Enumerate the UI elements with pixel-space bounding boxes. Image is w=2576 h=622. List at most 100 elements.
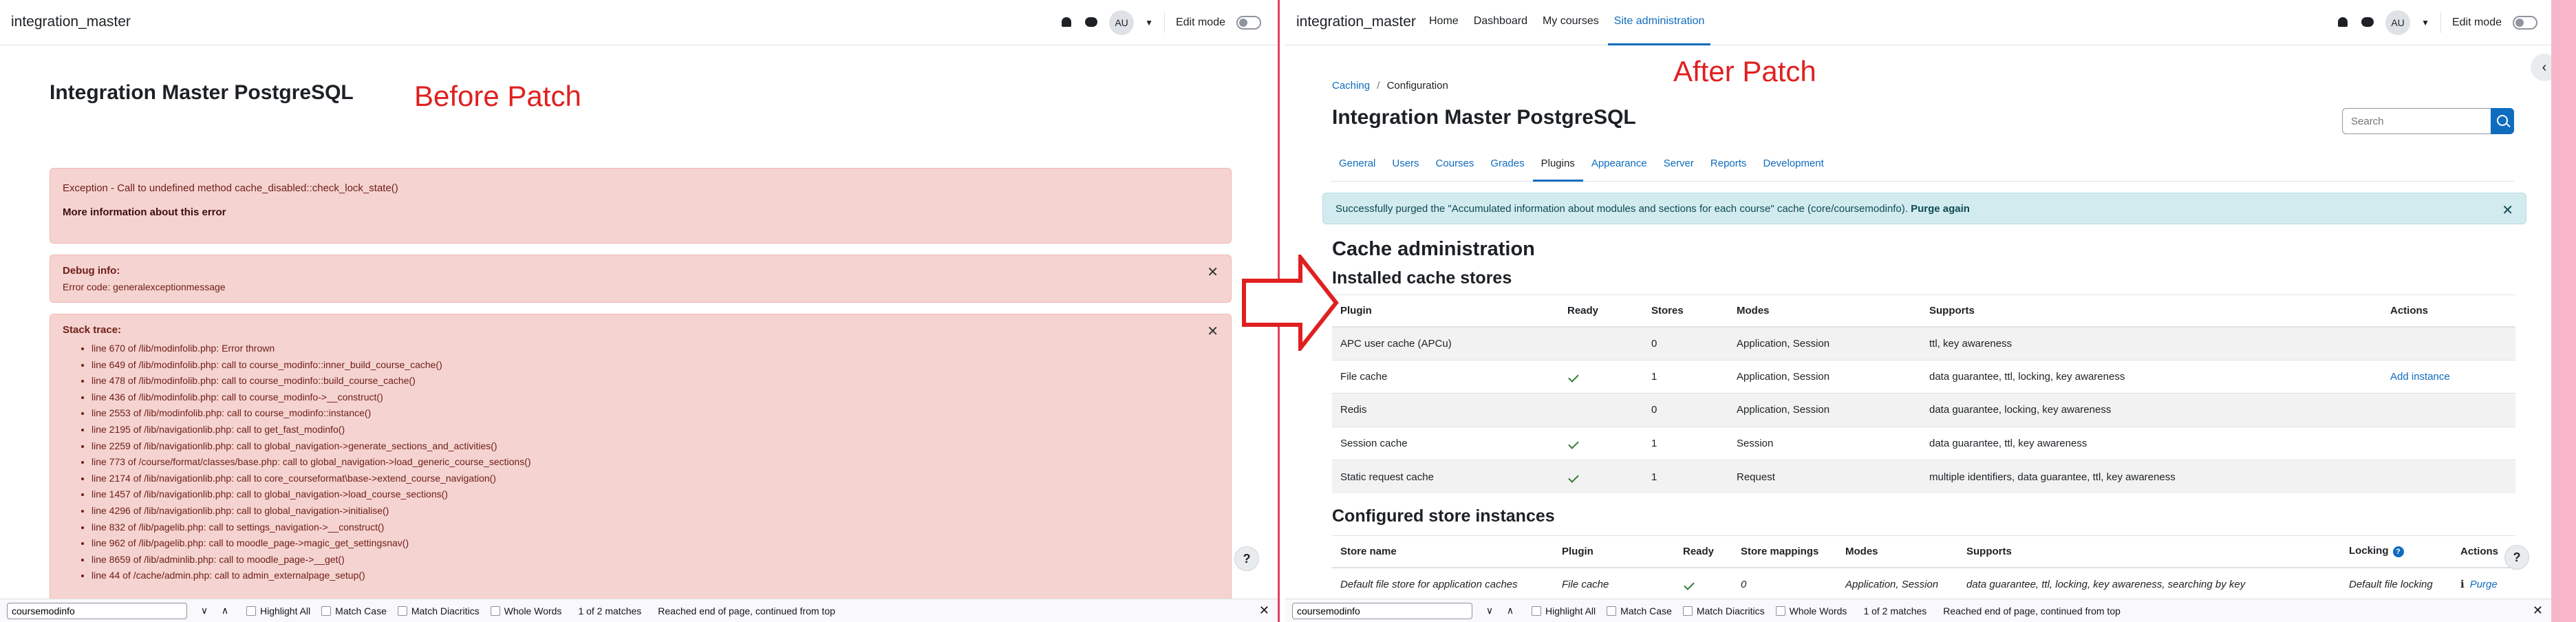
tab-general[interactable]: General <box>1331 146 1384 182</box>
trace-title: Stack trace: <box>63 324 122 336</box>
debug-code: Error code: generalexceptionmessage <box>63 281 226 292</box>
supports-cell: ttl, key awareness <box>1921 326 2382 360</box>
close-icon[interactable]: ✕ <box>1259 603 1269 618</box>
ready-cell <box>1559 326 1643 360</box>
purge-again-link[interactable]: Purge again <box>1911 203 1970 215</box>
whole-words-checkbox[interactable]: Whole Words <box>490 605 561 616</box>
tab-server[interactable]: Server <box>1655 146 1702 182</box>
help-button[interactable]: ? <box>2504 545 2529 570</box>
tab-appearance[interactable]: Appearance <box>1583 146 1655 182</box>
bell-icon[interactable] <box>1060 16 1073 30</box>
nav-site-administration[interactable]: Site administration <box>1607 0 1711 45</box>
tab-users[interactable]: Users <box>1384 146 1427 182</box>
messages-icon[interactable] <box>2361 16 2374 30</box>
trace-line: line 2259 of /lib/navigationlib.php: cal… <box>92 438 531 455</box>
match-case-checkbox[interactable]: Match Case <box>321 605 387 616</box>
trace-line: line 2174 of /lib/navigationlib.php: cal… <box>92 471 531 487</box>
ready-cell <box>1559 359 1643 394</box>
page-title: Integration Master PostgreSQL <box>1332 106 1636 129</box>
tab-plugins[interactable]: Plugins <box>1532 146 1583 182</box>
before-patch-label: Before Patch <box>414 80 581 112</box>
add-instance-link[interactable]: Add instance <box>2390 371 2450 383</box>
col-ready: Ready <box>1675 535 1732 568</box>
table-row: Redis 0 Application, Session data guaran… <box>1332 393 2515 427</box>
close-icon[interactable]: ✕ <box>2533 603 2543 618</box>
trace-line: line 44 of /cache/admin.php: call to adm… <box>92 568 531 584</box>
modes-cell: Application, Session <box>1837 567 1958 601</box>
ready-cell <box>1559 426 1643 460</box>
trace-list: line 670 of /lib/modinfolib.php: Error t… <box>78 341 531 584</box>
col-supports: Supports <box>1921 294 2382 328</box>
match-diacritics-checkbox[interactable]: Match Diacritics <box>397 605 480 616</box>
chevron-down-icon[interactable]: ∨ <box>194 605 215 616</box>
chevron-up-icon[interactable]: ∧ <box>1500 605 1521 616</box>
col-store-name: Store name <box>1332 535 1554 568</box>
ready-cell <box>1559 393 1643 427</box>
chevron-up-icon[interactable]: ∧ <box>215 605 235 616</box>
search-icon[interactable] <box>2491 108 2514 134</box>
search-input[interactable] <box>2342 108 2492 134</box>
edit-mode-toggle[interactable] <box>1236 16 1261 30</box>
find-input[interactable] <box>1292 602 1472 619</box>
divider <box>2440 12 2441 33</box>
whole-words-checkbox[interactable]: Whole Words <box>1775 605 1847 616</box>
check-icon <box>1568 438 1579 449</box>
tab-development[interactable]: Development <box>1754 146 1832 182</box>
chevron-down-icon[interactable]: ▼ <box>1145 18 1153 28</box>
trace-line: line 773 of /course/format/classes/base.… <box>92 454 531 471</box>
highlight-all-checkbox[interactable]: Highlight All <box>246 605 310 616</box>
site-brand[interactable]: integration_master <box>1296 14 1416 30</box>
match-diacritics-checkbox[interactable]: Match Diacritics <box>1682 605 1765 616</box>
navbar-right: AU ▼ Edit mode <box>2336 0 2537 45</box>
tab-grades[interactable]: Grades <box>1482 146 1532 182</box>
table-row: Default file store for application cache… <box>1332 567 2515 601</box>
messages-icon[interactable] <box>1084 16 1098 30</box>
tab-courses[interactable]: Courses <box>1428 146 1483 182</box>
chevron-down-icon[interactable]: ∨ <box>1479 605 1500 616</box>
help-icon[interactable]: ? <box>2392 546 2404 558</box>
purge-link[interactable]: Purge <box>2470 579 2498 590</box>
tab-reports[interactable]: Reports <box>1702 146 1755 182</box>
close-icon[interactable]: ✕ <box>1207 264 1219 281</box>
breadcrumb: Caching / Configuration <box>1332 80 1448 92</box>
top-navbar: integration_master AU ▼ Edit mode <box>0 0 1278 45</box>
trace-line: line 649 of /lib/modinfolib.php: call to… <box>92 357 531 374</box>
avatar[interactable]: AU <box>2385 10 2411 35</box>
breadcrumb-caching-link[interactable]: Caching <box>1332 80 1370 92</box>
trace-line: line 478 of /lib/modinfolib.php: call to… <box>92 373 531 389</box>
locking-label: Locking <box>2349 545 2389 557</box>
highlight-all-label: Highlight All <box>260 605 311 616</box>
debug-title: Debug info: <box>63 265 120 277</box>
col-store-mappings: Store mappings <box>1732 535 1837 568</box>
check-icon <box>1684 579 1695 590</box>
more-info-link[interactable]: More information about this error <box>63 206 226 218</box>
nav-home[interactable]: Home <box>1423 0 1465 45</box>
match-case-checkbox[interactable]: Match Case <box>1607 605 1672 616</box>
bell-icon[interactable] <box>2336 16 2350 30</box>
col-plugin: Plugin <box>1554 535 1675 568</box>
close-icon[interactable]: ✕ <box>2502 202 2513 219</box>
chevron-down-icon[interactable]: ▼ <box>2421 18 2429 28</box>
find-status: Reached end of page, continued from top <box>1943 605 2121 616</box>
help-button[interactable]: ? <box>1234 546 1259 571</box>
nav-dashboard[interactable]: Dashboard <box>1468 0 1534 45</box>
avatar[interactable]: AU <box>1109 10 1135 35</box>
configured-stores-table: Store name Plugin Ready Store mappings M… <box>1332 535 2515 601</box>
after-patch-pane: integration_master Home Dashboard My cou… <box>1285 0 2576 622</box>
highlight-all-label: Highlight All <box>1545 605 1596 616</box>
col-stores: Stores <box>1643 294 1728 328</box>
highlight-all-checkbox[interactable]: Highlight All <box>1532 605 1596 616</box>
edit-mode-toggle[interactable] <box>2513 16 2537 30</box>
nav-my-courses[interactable]: My courses <box>1536 0 1605 45</box>
actions-cell <box>2382 393 2515 427</box>
match-count: 1 of 2 matches <box>578 605 642 616</box>
close-icon[interactable]: ✕ <box>1207 323 1219 340</box>
info-icon[interactable]: ℹ <box>2460 579 2465 590</box>
stores-count: 1 <box>1643 426 1728 460</box>
find-input[interactable] <box>7 602 187 619</box>
stores-count: 0 <box>1643 326 1728 360</box>
site-brand[interactable]: integration_master <box>11 14 131 30</box>
plugin-name: APC user cache (APCu) <box>1332 326 1559 360</box>
modes-cell: Application, Session <box>1728 393 1921 427</box>
page-title: Integration Master PostgreSQL <box>50 81 354 104</box>
